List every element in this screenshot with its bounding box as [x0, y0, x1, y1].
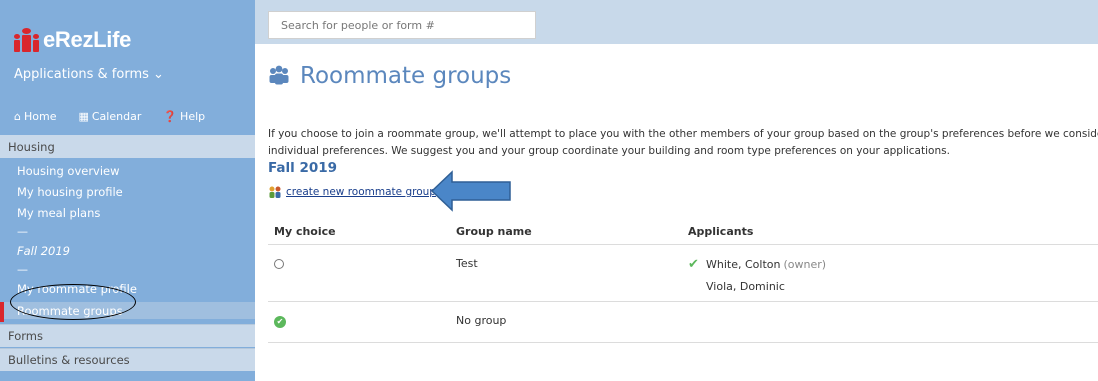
sidebar-item-roommate-groups[interactable]: Roommate groups — [0, 302, 255, 319]
owner-tag: (owner) — [783, 258, 827, 271]
group-name-cell: No group — [450, 301, 682, 343]
nav-calendar[interactable]: ▦ Calendar — [78, 110, 141, 123]
nav-help[interactable]: ❓ Help — [163, 110, 205, 123]
applicants-cell — [682, 301, 1098, 343]
sidebar-item-my-housing-profile[interactable]: My housing profile — [17, 185, 123, 199]
nav-home-label: Home — [23, 110, 57, 123]
search-input[interactable] — [268, 11, 536, 39]
intro-line: individual preferences. We suggest you a… — [268, 145, 950, 157]
sidebar-item-housing-overview[interactable]: Housing overview — [17, 164, 120, 178]
col-group-name: Group name — [450, 218, 682, 245]
sidebar-term-label: Fall 2019 — [17, 244, 70, 258]
applicants-cell: ✔ White, Colton (owner) ✔ Viola, Dominic — [682, 244, 1098, 302]
term-heading: Fall 2019 — [268, 160, 338, 176]
col-applicants: Applicants — [682, 218, 1098, 245]
nav-home[interactable]: ⌂ Home — [14, 110, 56, 123]
table-row: ✔ No group — [268, 301, 1098, 343]
sidebar: eRezLife Applications & forms ⌄ ⌂ Home ▦… — [0, 0, 255, 381]
add-group-icon — [269, 186, 281, 198]
active-indicator — [0, 302, 4, 322]
group-people-icon — [269, 65, 289, 85]
choice-radio[interactable] — [274, 259, 284, 269]
roommate-groups-table: My choice Group name Applicants Test ✔ W… — [268, 218, 1098, 343]
intro-text: If you choose to join a roommate group, … — [268, 126, 1098, 160]
sidebar-section-forms[interactable]: Forms — [0, 324, 255, 347]
page-title-text: Roommate groups — [300, 63, 512, 89]
create-group-link-row[interactable]: create new roommate group — [268, 185, 436, 199]
table-header-row: My choice Group name Applicants — [268, 218, 1098, 245]
create-new-roommate-group-link[interactable]: create new roommate group — [286, 186, 436, 198]
chevron-down-icon: ⌄ — [153, 67, 164, 82]
applications-forms-menu[interactable]: Applications & forms ⌄ — [14, 67, 164, 82]
checkmark-icon: ✔ — [688, 257, 699, 272]
sidebar-section-housing[interactable]: Housing — [0, 135, 255, 158]
logo-text: eRezLife — [43, 27, 132, 52]
choice-cell: ✔ — [268, 301, 450, 343]
annotation-arrow — [430, 170, 511, 212]
applicant-name: White, Colton — [706, 258, 781, 271]
applications-forms-label: Applications & forms — [14, 67, 149, 82]
sidebar-item-my-meal-plans[interactable]: My meal plans — [17, 206, 100, 220]
applicant: ✔ White, Colton (owner) — [688, 257, 1098, 272]
applicant: ✔ Viola, Dominic — [688, 279, 1098, 294]
intro-line: If you choose to join a roommate group, … — [268, 128, 1098, 140]
applicant-name: Viola, Dominic — [706, 280, 785, 293]
nav-calendar-label: Calendar — [91, 110, 142, 123]
table-row: Test ✔ White, Colton (owner) ✔ Viola, Do… — [268, 244, 1098, 302]
sidebar-divider: — — [17, 263, 28, 276]
sidebar-item-my-roommate-profile[interactable]: My roommate profile — [17, 282, 137, 296]
erezlife-logo[interactable]: eRezLife — [14, 26, 131, 54]
nav-help-label: Help — [180, 110, 206, 123]
people-logo-icon — [14, 28, 41, 52]
top-bar — [255, 0, 1098, 44]
selected-check-icon[interactable]: ✔ — [274, 316, 286, 328]
choice-cell — [268, 244, 450, 302]
sidebar-section-bulletins[interactable]: Bulletins & resources — [0, 348, 255, 371]
col-my-choice: My choice — [268, 218, 450, 245]
page-title: Roommate groups — [268, 63, 511, 89]
home-icon: ⌂ — [14, 110, 21, 123]
help-icon: ❓ — [163, 110, 178, 123]
sidebar-topnav: ⌂ Home ▦ Calendar ❓ Help — [14, 110, 227, 123]
calendar-icon: ▦ — [78, 110, 89, 123]
sidebar-divider: — — [17, 225, 28, 238]
group-name-cell: Test — [450, 244, 682, 302]
